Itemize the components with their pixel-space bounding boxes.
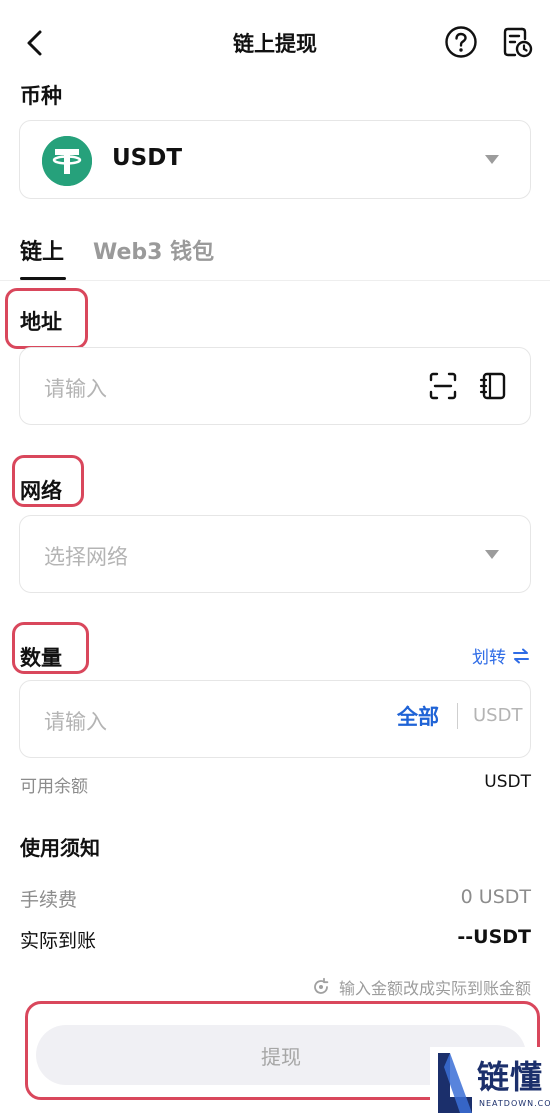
notice-title: 使用须知 [20,836,100,860]
scan-icon [429,372,457,400]
network-select[interactable]: 选择网络 [19,515,531,593]
history-button[interactable] [500,25,534,59]
receive-value: --USDT [457,926,531,948]
available-label: 可用余额 [20,777,88,797]
watermark: 链懂 NEATDOWN.COM [430,1047,550,1118]
caret-down-icon [485,155,499,164]
address-book-icon [479,372,506,400]
available-value: USDT [484,772,531,792]
tab-web3-wallet[interactable]: Web3 钱包 [93,234,214,266]
tab-onchain[interactable]: 链上 [20,234,64,266]
unit-separator [457,703,458,729]
amount-placeholder: 请输入 [44,710,107,734]
help-icon [445,26,477,58]
highlight-amount [12,622,89,674]
amount-unit: USDT [473,705,523,726]
withdraw-button-label: 提现 [261,1044,301,1069]
header: 链上提现 [0,0,550,84]
highlight-network [12,455,84,507]
hint-text: 输入金额改成实际到账金额 [338,979,531,998]
fee-value: 0 USDT [460,886,531,908]
transfer-link[interactable]: 划转 [472,643,530,668]
currency-select[interactable]: USDT [19,120,531,199]
all-button[interactable]: 全部 [397,701,439,731]
watermark-text: 链懂 [477,1058,544,1096]
address-book-button[interactable] [477,370,509,402]
watermark-sub: NEATDOWN.COM [479,1099,550,1108]
currency-name: USDT [112,145,183,171]
refresh-icon [314,977,329,994]
receive-label: 实际到账 [20,930,97,952]
network-placeholder: 选择网络 [44,545,128,569]
amount-input[interactable]: 请输入 全部 USDT [19,680,531,758]
address-input[interactable]: 请输入 [19,347,531,425]
transfer-link-label: 划转 [472,648,506,668]
swap-icon [513,648,529,663]
caret-down-icon [485,550,499,559]
coin-icon [42,136,92,186]
history-icon [503,27,533,58]
tether-icon [42,136,92,186]
tab-divider [0,280,550,281]
fee-label: 手续费 [20,889,78,911]
highlight-address [5,288,88,349]
currency-label: 币种 [20,84,62,108]
help-button[interactable] [444,25,478,59]
amount-mode-toggle[interactable]: 输入金额改成实际到账金额 [311,975,531,999]
scan-button[interactable] [427,370,459,402]
address-placeholder: 请输入 [44,377,107,401]
watermark-logo-icon [438,1053,472,1113]
